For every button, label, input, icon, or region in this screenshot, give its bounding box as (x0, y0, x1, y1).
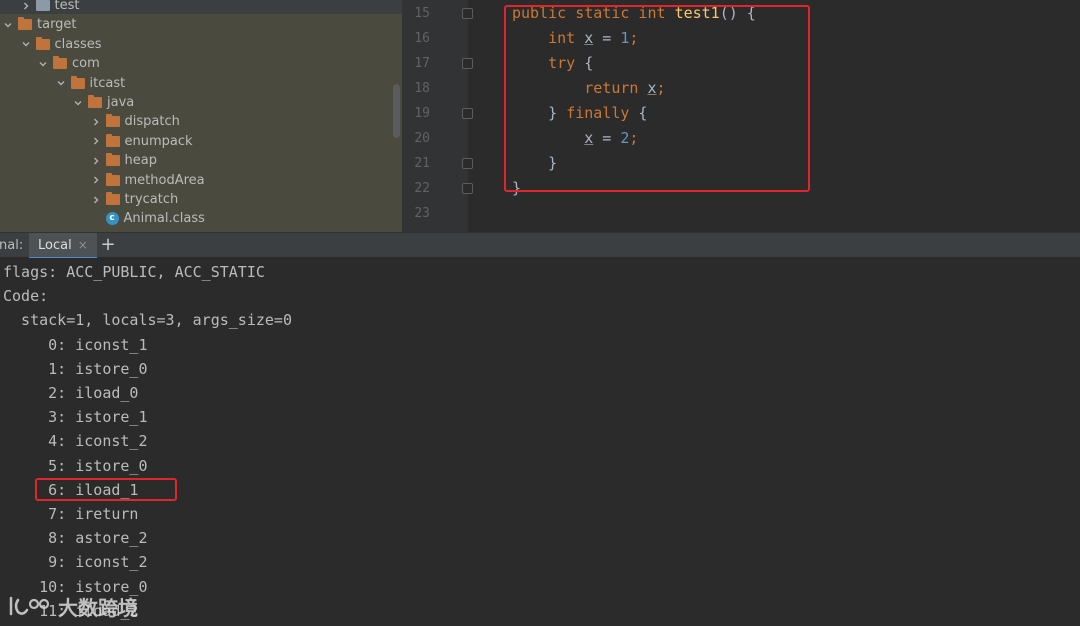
watermark-text: 大数跨境 (58, 595, 138, 620)
tree-item[interactable]: dispatch (90, 112, 180, 131)
tree-item-label: java (107, 95, 135, 110)
tree-item[interactable]: methodArea (90, 171, 205, 190)
watermark: 大数跨境 (8, 592, 138, 620)
line-number: 19 (414, 106, 430, 121)
tree-item-label: itcast (89, 75, 126, 91)
terminal-line: 4: iconst_2 (3, 432, 148, 451)
line-number: 15 (414, 6, 430, 21)
tree-item[interactable]: com (37, 54, 100, 73)
terminal-line: 2: iload_0 (3, 384, 139, 402)
terminal-output[interactable]: flags: ACC_PUBLIC, ACC_STATIC Code: stack… (0, 258, 1080, 626)
folder-icon (105, 114, 120, 128)
terminal-line: 5: istore_0 (3, 456, 148, 475)
tree-item-label: heap (124, 153, 157, 169)
tree-item-label: test (54, 0, 80, 13)
tree-item-label: dispatch (124, 114, 180, 130)
line-number: 23 (414, 206, 430, 221)
tree-item-label: Animal.class (123, 211, 205, 227)
tree-item-label: classes (54, 36, 102, 52)
tree-scrollbar[interactable] (393, 84, 400, 138)
tree-item-label: methodArea (124, 172, 205, 188)
terminal-line: 7: ireturn (3, 505, 139, 523)
chevron-right-icon[interactable] (90, 112, 102, 131)
terminal-line: Code: (3, 287, 49, 306)
fold-marker-icon[interactable] (462, 108, 473, 119)
chevron-right-icon[interactable] (90, 190, 102, 209)
terminal-line: flags: ACC_PUBLIC, ACC_STATIC (3, 263, 265, 281)
chevron-right-icon[interactable] (90, 151, 102, 170)
class-file-icon: c (105, 212, 119, 226)
folder-icon (105, 192, 120, 205)
chevron-down-icon[interactable] (72, 93, 84, 112)
folder-icon (88, 95, 102, 108)
tree-item[interactable]: target (2, 15, 77, 34)
chevron-down-icon[interactable] (2, 15, 14, 34)
tab-local[interactable]: Local × (29, 233, 97, 259)
line-number: 20 (414, 131, 430, 146)
folder-icon (18, 17, 32, 31)
terminal-line: 1: istore_0 (3, 359, 148, 378)
chevron-down-icon[interactable] (37, 54, 49, 73)
terminal-label: nal: (0, 238, 24, 253)
fold-marker-icon[interactable] (462, 158, 473, 169)
folder-icon (53, 56, 67, 70)
add-tab-button[interactable]: + (99, 233, 117, 259)
tree-item[interactable]: itcast (55, 74, 126, 93)
chevron-down-icon[interactable] (55, 74, 67, 93)
highlight-box-method (504, 5, 810, 192)
folder-icon (70, 75, 85, 89)
terminal-line: 3: istore_1 (3, 408, 148, 427)
terminal-line: stack=1, locals=3, args_size=0 (3, 311, 292, 330)
chevron-right-icon[interactable] (90, 132, 102, 151)
line-number: 17 (414, 56, 430, 71)
tree-item[interactable]: test (20, 0, 80, 15)
line-number: 18 (414, 81, 430, 96)
tree-item-label: trycatch (124, 192, 179, 207)
close-icon[interactable]: × (78, 238, 88, 252)
folder-icon (35, 36, 50, 50)
tree-item-label: enumpack (124, 133, 193, 149)
folder-icon (105, 153, 120, 167)
tree-item[interactable]: c Animal.class (90, 209, 205, 228)
tree-item[interactable]: heap (90, 151, 157, 170)
highlight-box-iload (35, 478, 177, 501)
fold-marker-icon[interactable] (462, 58, 473, 69)
code-editor[interactable]: 15 16 17 18 19 20 21 22 23 public static… (402, 0, 1080, 232)
watermark-logo-icon (9, 596, 50, 616)
line-number: 21 (414, 156, 430, 171)
terminal-line: 8: astore_2 (3, 529, 148, 548)
project-tree: test target classes com itcast java dispatch en… (0, 0, 402, 232)
tree-item-label: target (37, 17, 77, 33)
line-number: 22 (414, 181, 430, 196)
terminal-tab-bar: nal: Local × + (0, 232, 1080, 259)
chevron-right-icon[interactable] (20, 0, 32, 15)
tree-item[interactable]: classes (20, 35, 102, 54)
folder-icon (105, 133, 120, 147)
chevron-right-icon[interactable] (90, 171, 102, 190)
tab-local-label: Local (38, 237, 72, 253)
terminal-line: 0: iconst_1 (3, 335, 148, 354)
chevron-down-icon[interactable] (20, 35, 32, 54)
tree-item[interactable]: enumpack (90, 132, 193, 151)
line-number: 16 (414, 31, 430, 46)
folder-icon (105, 172, 120, 186)
tree-item[interactable]: trycatch (90, 190, 179, 209)
terminal-line: 9: iconst_2 (3, 553, 148, 572)
tree-item[interactable]: java (72, 93, 134, 112)
fold-marker-icon[interactable] (462, 183, 473, 194)
fold-marker-icon[interactable] (462, 8, 473, 19)
tree-item-label: com (72, 56, 100, 72)
folder-icon (35, 0, 50, 11)
